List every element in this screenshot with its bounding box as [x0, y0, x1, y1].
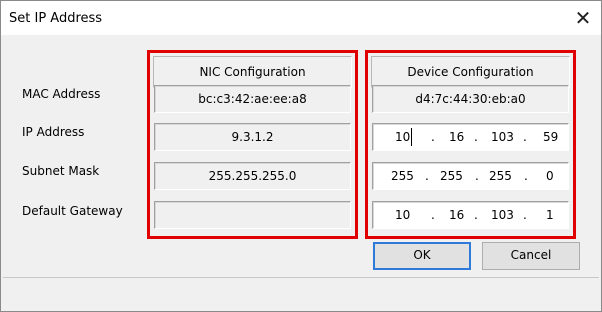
- device-gateway-octet-1[interactable]: 10: [395, 202, 410, 228]
- nic-configuration-header: NIC Configuration: [153, 56, 352, 88]
- nic-configuration-panel: NIC Configuration bc:c3:42:ae:ee:a8 9.3.…: [147, 50, 358, 239]
- device-ip-octet-1[interactable]: 10: [395, 124, 410, 150]
- title-bar: Set IP Address ✕: [1, 1, 601, 35]
- cancel-button[interactable]: Cancel: [482, 242, 580, 270]
- device-mac-field: d4:7c:44:30:eb:a0: [372, 85, 569, 113]
- nic-gateway-field: [154, 201, 351, 229]
- device-ip-octet-3[interactable]: 103: [491, 124, 514, 150]
- device-subnet-octet-3[interactable]: 255: [489, 163, 512, 189]
- status-separator: [3, 277, 599, 278]
- device-subnet-octet-4[interactable]: 0: [546, 163, 554, 189]
- device-gateway-octet-4[interactable]: 1: [546, 202, 554, 228]
- device-subnet-input[interactable]: 255 . 255 . 255 . 0: [372, 162, 569, 190]
- text-cursor: [411, 128, 412, 146]
- mac-address-label: MAC Address: [22, 87, 101, 101]
- device-gateway-input[interactable]: 10 . 16 . 103 . 1: [372, 201, 569, 229]
- device-configuration-panel: Device Configuration d4:7c:44:30:eb:a0 1…: [365, 50, 576, 239]
- close-icon[interactable]: ✕: [569, 4, 597, 32]
- default-gateway-label: Default Gateway: [22, 204, 123, 218]
- device-ip-octet-4[interactable]: 59: [543, 124, 558, 150]
- device-configuration-header: Device Configuration: [371, 56, 570, 88]
- device-subnet-octet-2[interactable]: 255: [440, 163, 463, 189]
- nic-ip-field: 9.3.1.2: [154, 123, 351, 151]
- ip-address-label: IP Address: [22, 125, 85, 139]
- ok-button[interactable]: OK: [373, 242, 471, 270]
- device-ip-input[interactable]: 10 . 16 . 103 . 59: [372, 123, 569, 151]
- device-subnet-octet-1[interactable]: 255: [391, 163, 414, 189]
- device-gateway-octet-3[interactable]: 103: [491, 202, 514, 228]
- subnet-mask-label: Subnet Mask: [22, 164, 100, 178]
- nic-mac-field: bc:c3:42:ae:ee:a8: [154, 85, 351, 113]
- device-ip-octet-2[interactable]: 16: [449, 124, 464, 150]
- device-gateway-octet-2[interactable]: 16: [449, 202, 464, 228]
- nic-subnet-field: 255.255.255.0: [154, 162, 351, 190]
- window-title: Set IP Address: [9, 11, 103, 26]
- set-ip-address-dialog: Set IP Address ✕ MAC Address IP Address …: [0, 0, 602, 312]
